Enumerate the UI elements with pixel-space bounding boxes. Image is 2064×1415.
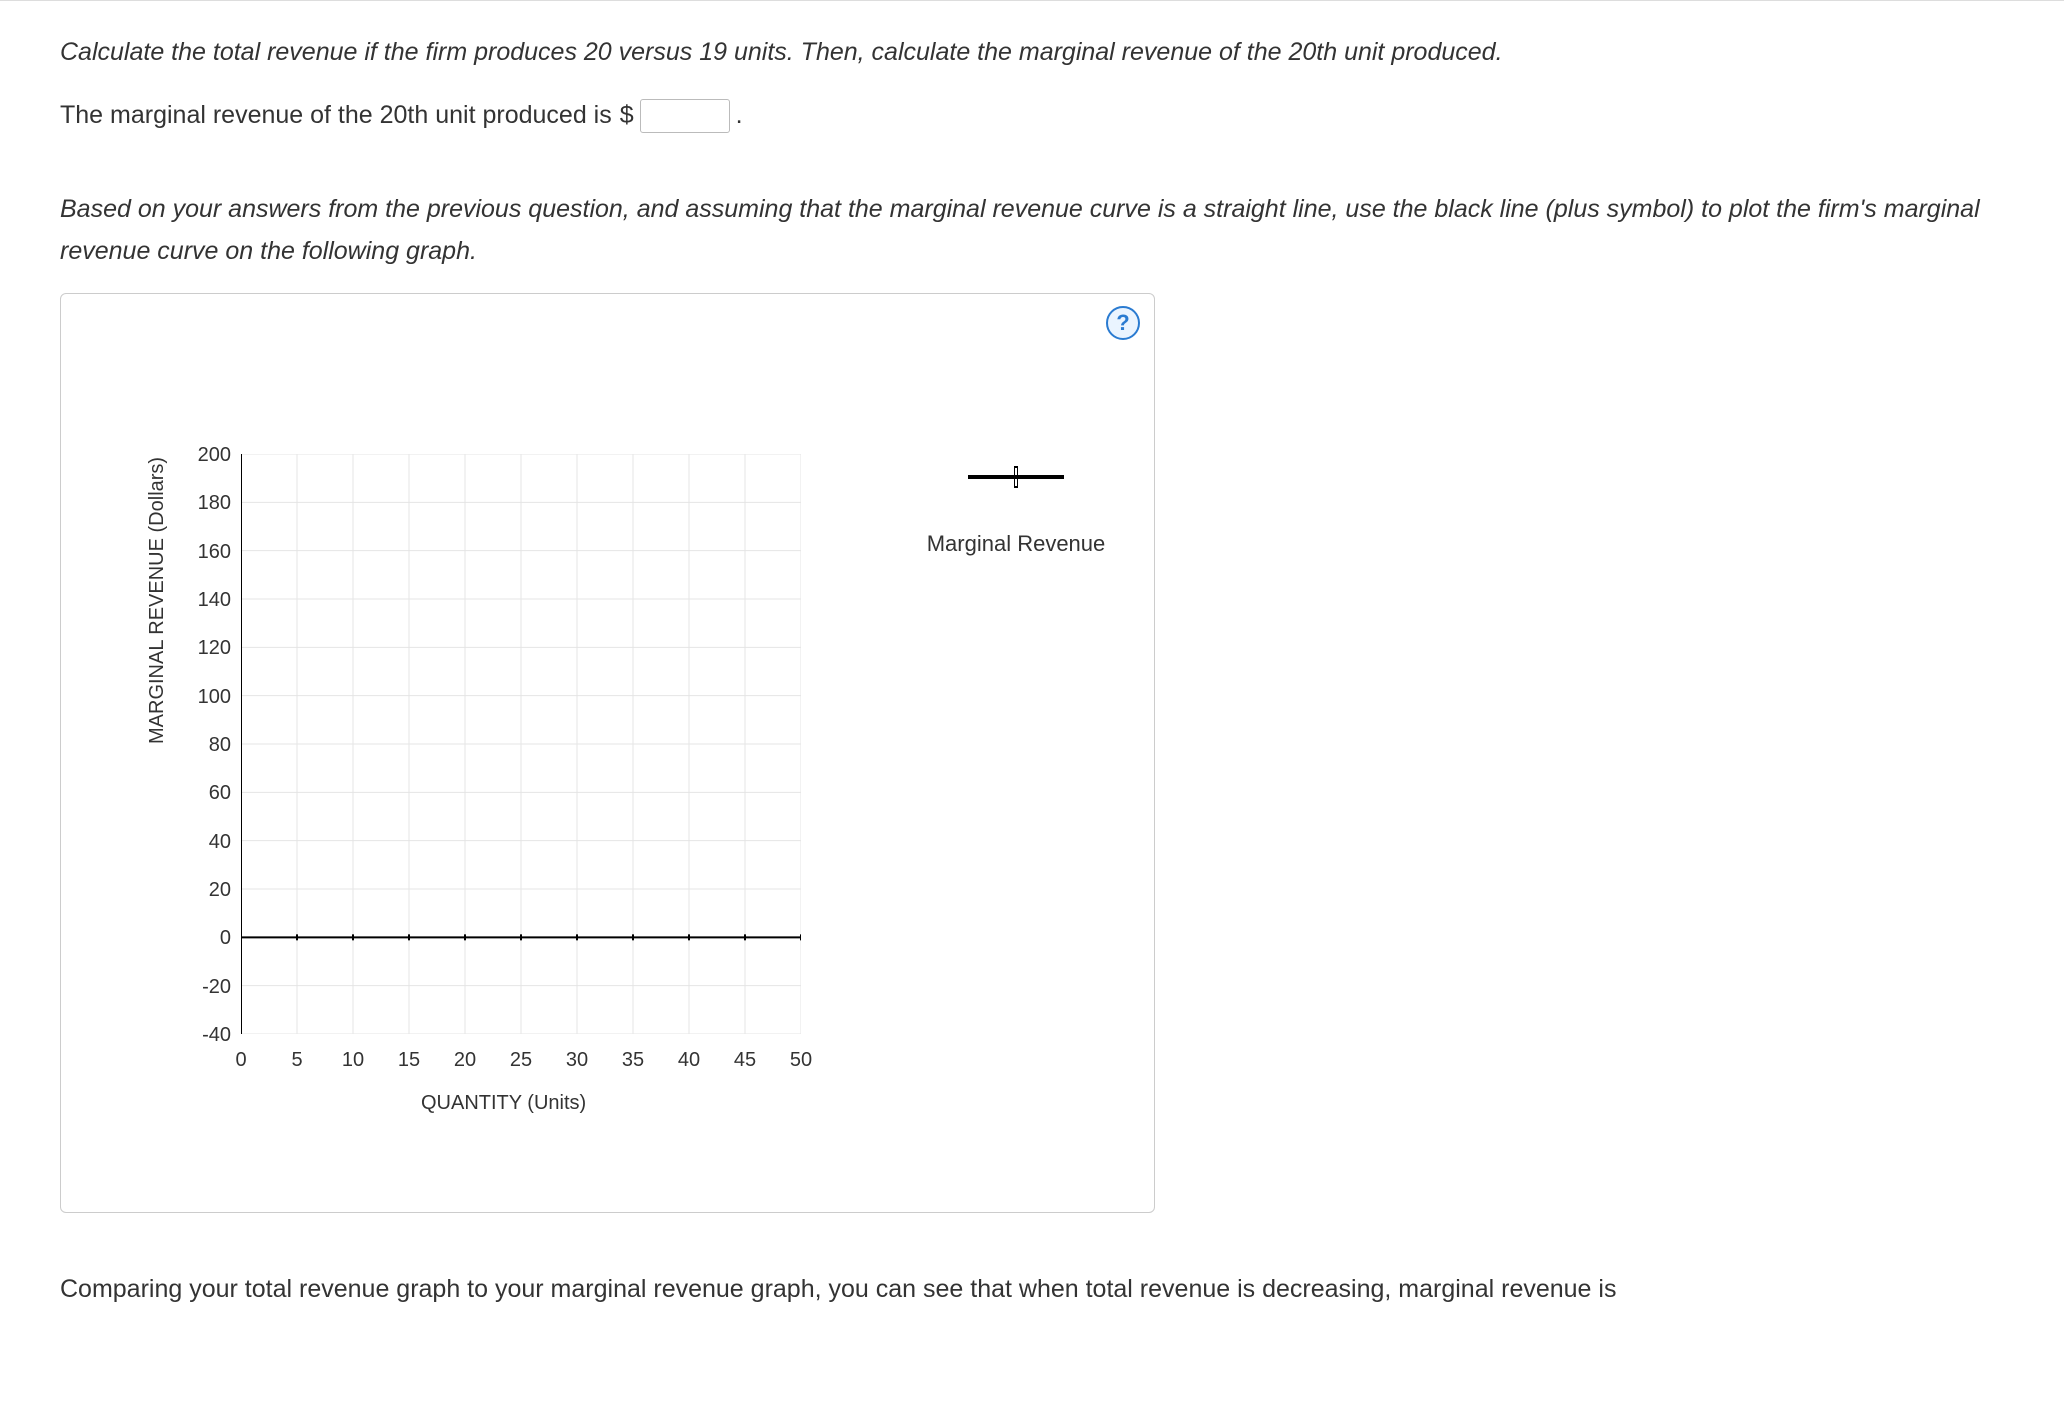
y-tick-label: 160 — [181, 541, 231, 564]
legend-label: Marginal Revenue — [916, 531, 1116, 557]
y-tick-label: -20 — [181, 976, 231, 999]
y-tick-label: 200 — [181, 444, 231, 467]
answer-prefix: The marginal revenue of the 20th unit pr… — [60, 101, 612, 130]
line-segment-icon — [968, 475, 1006, 479]
answer-period: . — [736, 101, 743, 130]
x-tick-label: 45 — [725, 1049, 765, 1072]
x-tick-label: 40 — [669, 1049, 709, 1072]
x-tick-label: 50 — [781, 1049, 821, 1072]
help-button[interactable]: ? — [1106, 306, 1140, 340]
chart-svg — [241, 454, 801, 1034]
x-tick-label: 30 — [557, 1049, 597, 1072]
y-tick-label: -40 — [181, 1024, 231, 1047]
y-axis-label: MARGINAL REVENUE (Dollars) — [146, 456, 169, 743]
legend: Marginal Revenue — [916, 459, 1116, 557]
y-tick-label: 0 — [181, 927, 231, 950]
x-tick-label: 0 — [221, 1049, 261, 1072]
y-tick-label: 60 — [181, 782, 231, 805]
currency-symbol: $ — [620, 101, 634, 130]
x-tick-label: 10 — [333, 1049, 373, 1072]
y-tick-label: 120 — [181, 637, 231, 660]
x-axis-label: QUANTITY (Units) — [421, 1092, 586, 1115]
x-tick-label: 35 — [613, 1049, 653, 1072]
instruction-1: Calculate the total revenue if the firm … — [60, 31, 2004, 74]
marginal-revenue-input[interactable] — [640, 99, 730, 133]
y-tick-label: 80 — [181, 734, 231, 757]
bottom-text: Comparing your total revenue graph to yo… — [60, 1268, 2004, 1311]
marginal-revenue-tool[interactable] — [916, 459, 1116, 495]
line-segment-icon — [1026, 475, 1064, 479]
x-tick-label: 5 — [277, 1049, 317, 1072]
chart-plot-area[interactable] — [241, 454, 801, 1034]
y-tick-label: 20 — [181, 879, 231, 902]
plus-symbol-icon — [1005, 466, 1027, 488]
y-tick-label: 40 — [181, 831, 231, 854]
x-tick-label: 20 — [445, 1049, 485, 1072]
x-tick-label: 25 — [501, 1049, 541, 1072]
y-tick-label: 140 — [181, 589, 231, 612]
x-tick-label: 15 — [389, 1049, 429, 1072]
instruction-2: Based on your answers from the previous … — [60, 188, 2004, 273]
y-tick-label: 100 — [181, 686, 231, 709]
y-tick-label: 180 — [181, 492, 231, 515]
graph-panel: ? MARGINAL REVENUE (Dollars) QUANTITY (U… — [60, 293, 1155, 1213]
answer-line: The marginal revenue of the 20th unit pr… — [60, 99, 2004, 133]
